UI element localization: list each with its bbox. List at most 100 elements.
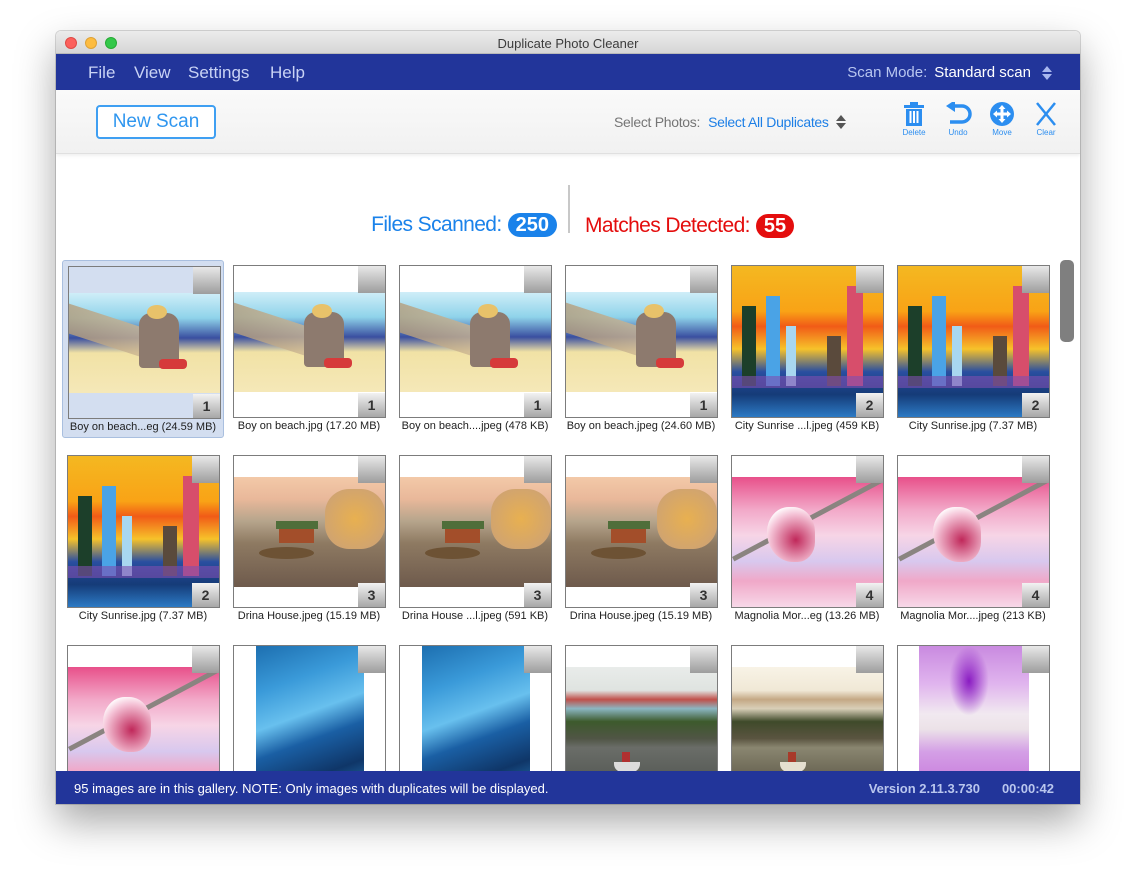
duplicate-group-badge: 3 [690,583,717,607]
undo-icon [946,102,972,124]
trash-icon [904,102,924,126]
photo-thumbnail[interactable] [67,645,220,771]
photo-item[interactable]: 2 City Sunrise.jpg (7.37 MB) [892,260,1054,438]
photo-caption: Magnolia Mor...eg (13.26 MB) [734,610,880,622]
select-checkbox[interactable] [358,456,385,483]
gallery-scrollbar[interactable] [1060,260,1074,342]
scan-mode-label: Scan Mode: [847,64,928,81]
select-checkbox[interactable] [192,646,219,673]
menu-settings[interactable]: Settings [188,63,249,83]
select-checkbox[interactable] [690,266,717,293]
photo-item[interactable]: 2 City Sunrise ...l.jpeg (459 KB) [726,260,888,438]
photo-item[interactable] [892,640,1054,771]
select-checkbox[interactable] [358,266,385,293]
select-checkbox[interactable] [1022,456,1049,483]
select-checkbox[interactable] [856,646,883,673]
stats-divider [568,185,570,233]
select-checkbox[interactable] [1022,646,1049,673]
select-checkbox[interactable] [690,456,717,483]
photo-item[interactable]: 1 Boy on beach.jpeg (24.60 MB) [560,260,722,438]
toolbar: New Scan Select Photos: Select All Dupli… [56,90,1080,154]
photo-thumbnail[interactable]: 1 [233,265,386,418]
photo-thumbnail[interactable] [233,645,386,771]
select-checkbox[interactable] [358,646,385,673]
photo-thumbnail[interactable]: 2 [67,455,220,608]
menu-bar: File View Settings Help Scan Mode: Stand… [56,54,1080,90]
photo-caption: Drina House.jpeg (15.19 MB) [237,610,381,622]
photo-thumbnail[interactable]: 2 [897,265,1050,418]
delete-button[interactable]: Delete [894,102,934,137]
photo-thumbnail[interactable] [399,645,552,771]
select-checkbox[interactable] [1022,266,1049,293]
photo-item[interactable] [228,640,390,771]
duplicate-group-badge: 1 [524,393,551,417]
photo-item[interactable]: 2 City Sunrise.jpg (7.37 MB) [62,450,224,628]
menu-help[interactable]: Help [270,63,305,83]
select-checkbox[interactable] [524,646,551,673]
elapsed-timer: 00:00:42 [1001,781,1054,796]
harbor-warm-image [732,667,883,771]
undo-button[interactable]: Undo [938,102,978,137]
scan-mode-value[interactable]: Standard scan [934,64,1031,81]
photo-thumbnail[interactable] [731,645,884,771]
up-down-arrows-icon [835,115,846,129]
select-checkbox[interactable] [856,266,883,293]
select-checkbox[interactable] [524,456,551,483]
menu-file[interactable]: File [88,63,115,83]
photo-item[interactable]: 4 Magnolia Mor...eg (13.26 MB) [726,450,888,628]
photo-item[interactable]: 1 Boy on beach...eg (24.59 MB) [62,260,224,438]
clear-button[interactable]: Clear [1026,102,1066,137]
photo-thumbnail[interactable] [897,645,1050,771]
photo-item[interactable]: 3 Drina House.jpeg (15.19 MB) [228,450,390,628]
duplicate-group-badge: 2 [856,393,883,417]
delete-label: Delete [902,128,926,137]
select-photos-dropdown[interactable]: Select Photos: Select All Duplicates [614,114,846,130]
photo-item[interactable] [560,640,722,771]
photo-thumbnail[interactable]: 1 [68,266,221,419]
photo-thumbnail[interactable]: 3 [233,455,386,608]
photo-item[interactable]: 3 Drina House ...l.jpeg (591 KB) [394,450,556,628]
photo-thumbnail[interactable]: 4 [731,455,884,608]
photo-item[interactable]: 3 Drina House.jpeg (15.19 MB) [560,450,722,628]
photo-item[interactable] [394,640,556,771]
new-scan-button[interactable]: New Scan [96,105,216,139]
photo-thumbnail[interactable]: 1 [399,265,552,418]
move-button[interactable]: Move [982,102,1022,137]
photo-thumbnail[interactable]: 2 [731,265,884,418]
beach-image [566,292,717,392]
select-checkbox[interactable] [193,267,220,294]
select-photos-label: Select Photos: [614,114,701,130]
photo-caption: Drina House.jpeg (15.19 MB) [569,610,713,622]
photo-item[interactable]: 1 Boy on beach.jpg (17.20 MB) [228,260,390,438]
scan-mode-select[interactable]: Scan Mode: Standard scan [847,64,1052,81]
duplicate-group-badge: 2 [1022,393,1049,417]
photo-thumbnail[interactable]: 1 [565,265,718,418]
select-photos-value[interactable]: Select All Duplicates [708,114,829,130]
version-label: Version 2.11.3.730 [868,781,980,796]
photo-thumbnail[interactable] [565,645,718,771]
photo-item[interactable] [62,640,224,771]
window-title: Duplicate Photo Cleaner [497,36,639,51]
house-image [234,477,385,587]
duplicate-group-badge: 1 [690,393,717,417]
photo-item[interactable] [726,640,888,771]
photo-caption: Boy on beach...eg (24.59 MB) [69,421,217,433]
select-checkbox[interactable] [524,266,551,293]
select-checkbox[interactable] [856,456,883,483]
select-checkbox[interactable] [690,646,717,673]
photo-item[interactable]: 4 Magnolia Mor....jpeg (213 KB) [892,450,1054,628]
photo-caption: City Sunrise ...l.jpeg (459 KB) [734,420,880,432]
undo-label: Undo [948,128,968,137]
menu-view[interactable]: View [134,63,171,83]
photo-thumbnail[interactable]: 3 [399,455,552,608]
duplicate-group-badge: 3 [524,583,551,607]
photo-thumbnail[interactable]: 3 [565,455,718,608]
clear-icon [1036,102,1056,126]
duplicate-group-badge: 2 [192,583,219,607]
photo-item[interactable]: 1 Boy on beach....jpeg (478 KB) [394,260,556,438]
photo-caption: Boy on beach....jpeg (478 KB) [401,420,549,432]
duplicate-group-badge: 3 [358,583,385,607]
photo-caption: Boy on beach.jpeg (24.60 MB) [566,420,716,432]
select-checkbox[interactable] [192,456,219,483]
photo-thumbnail[interactable]: 4 [897,455,1050,608]
